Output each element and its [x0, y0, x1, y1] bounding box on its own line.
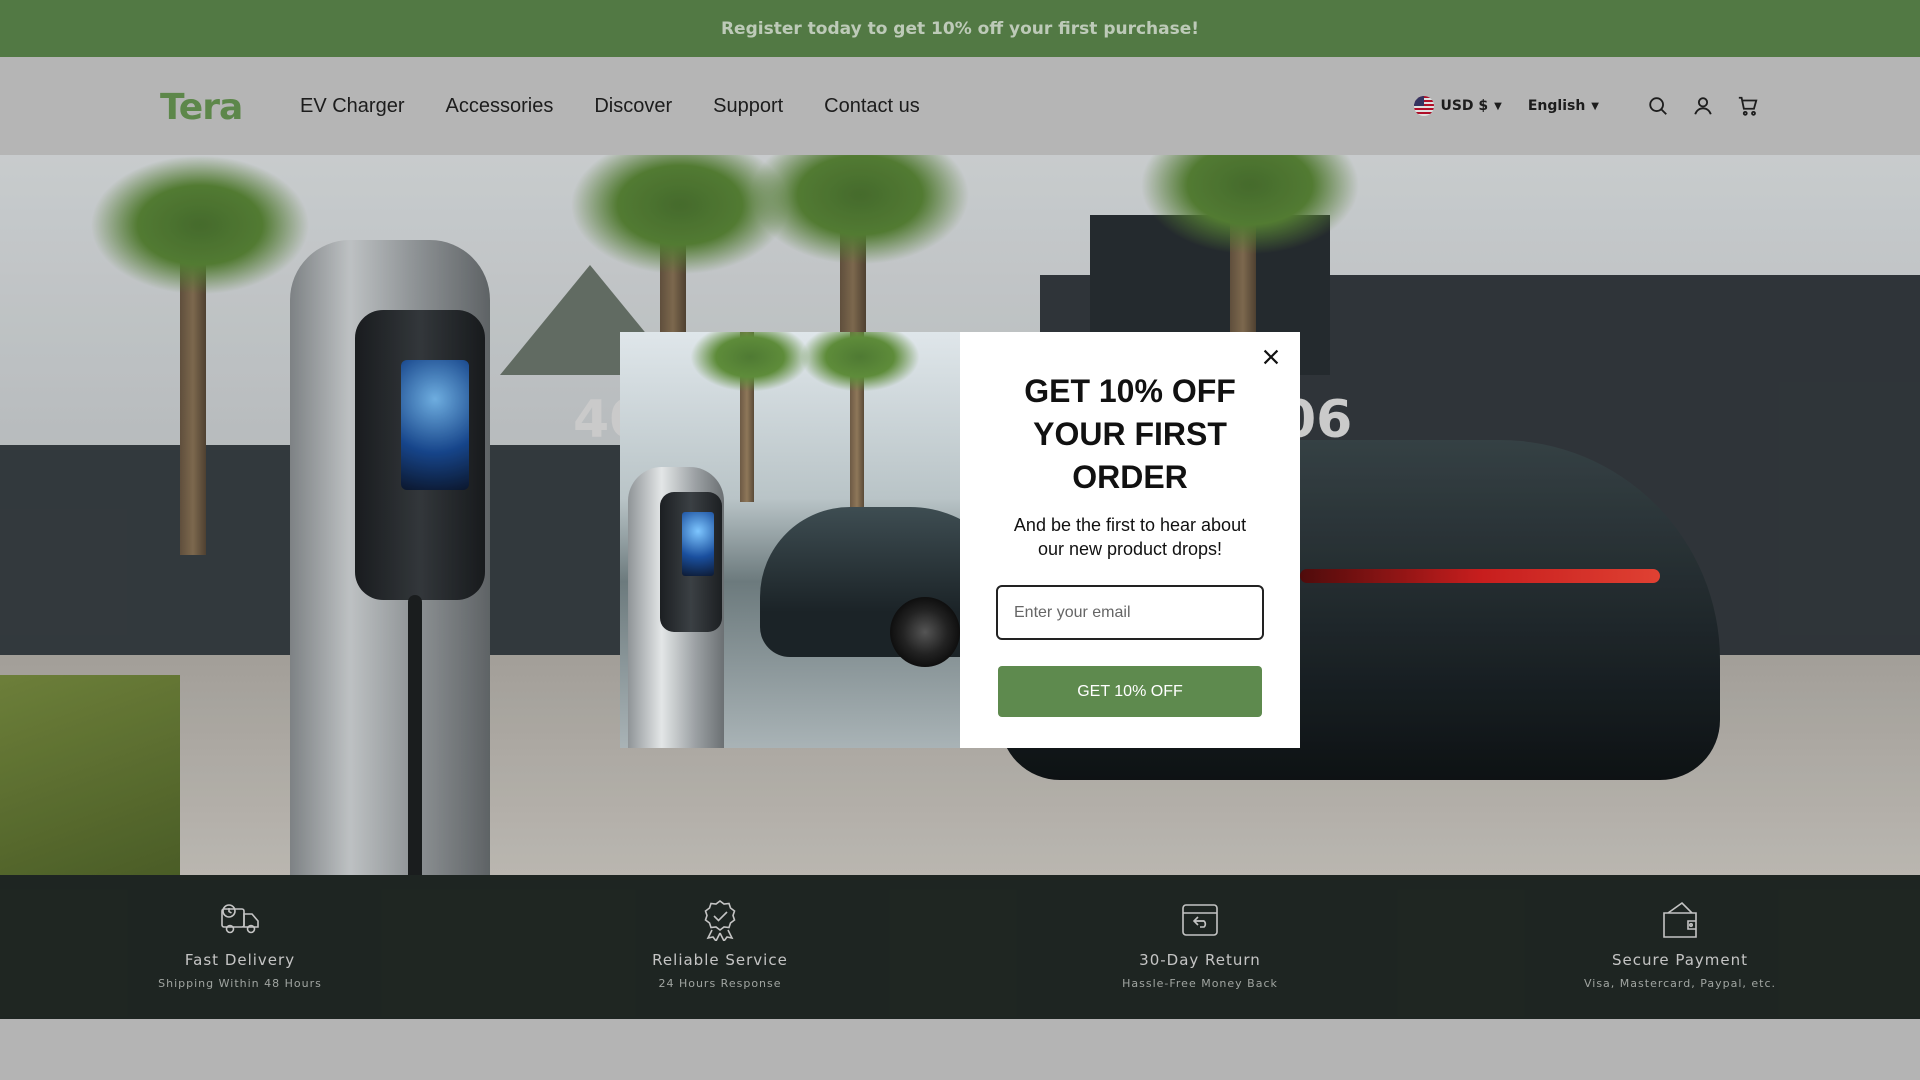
palm-fronds	[800, 332, 920, 392]
popup-body: GET 10% OFF YOUR FIRST ORDER And be the …	[960, 332, 1300, 748]
palm-fronds	[690, 332, 810, 392]
popup-subtitle: And be the first to hear about our new p…	[1013, 515, 1247, 559]
popup-car-wheel	[890, 597, 960, 667]
popup-charger-screen	[682, 512, 714, 576]
popup-image	[620, 332, 960, 748]
popup-title: GET 10% OFF YOUR FIRST ORDER	[1024, 373, 1236, 495]
get-discount-button[interactable]: GET 10% OFF	[998, 666, 1262, 717]
close-icon[interactable]	[1256, 342, 1286, 372]
email-field[interactable]	[996, 585, 1264, 640]
discount-popup: GET 10% OFF YOUR FIRST ORDER And be the …	[620, 332, 1300, 748]
